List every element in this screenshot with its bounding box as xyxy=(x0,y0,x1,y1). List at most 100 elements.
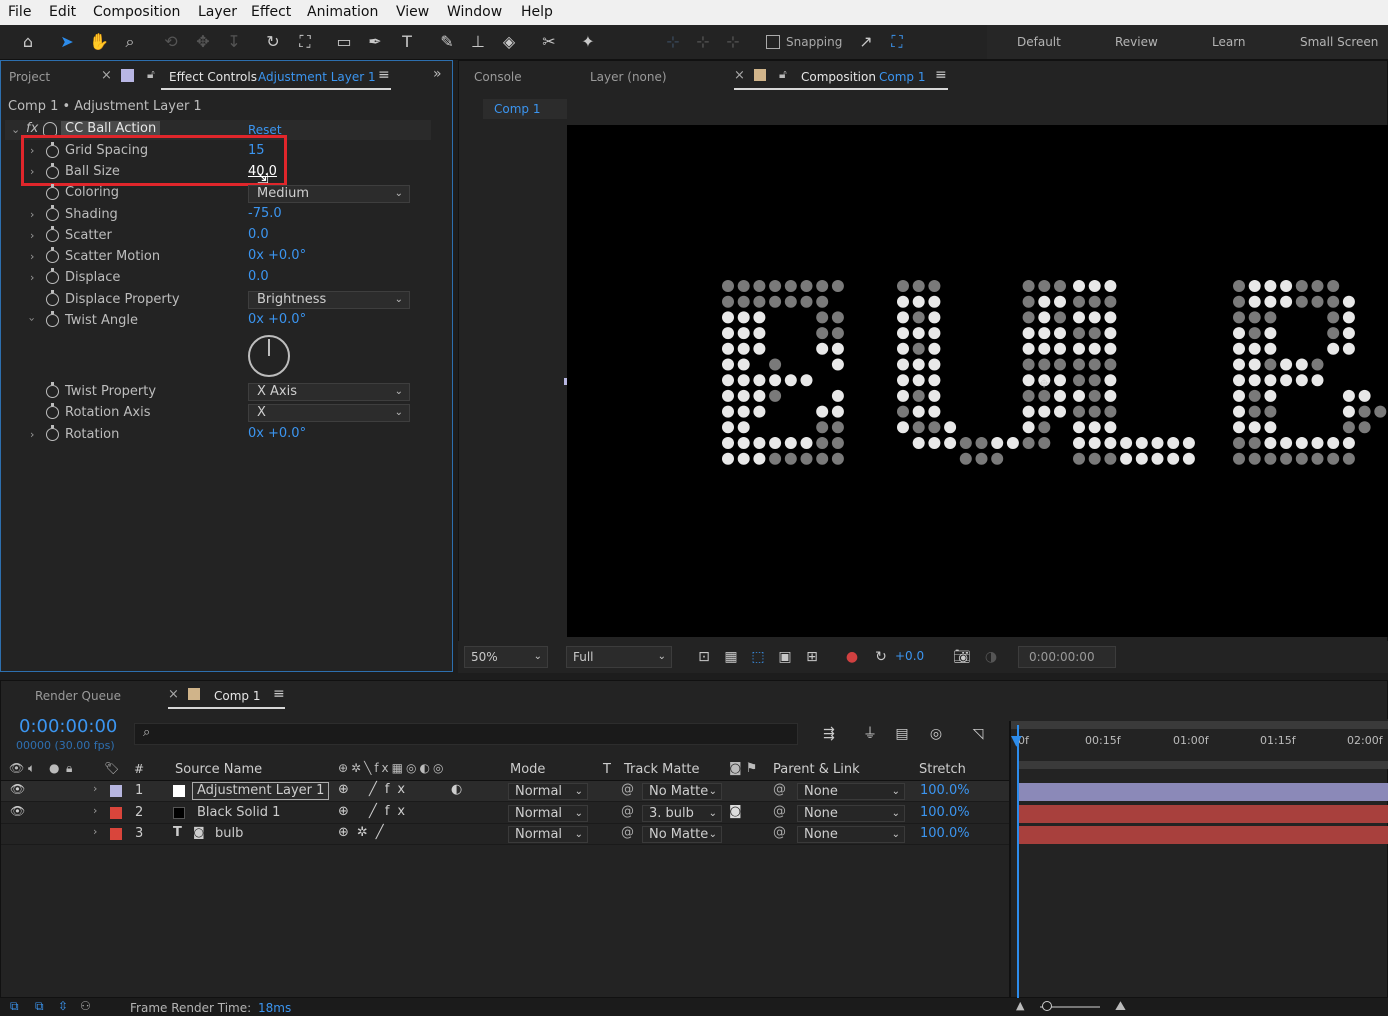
mode-dropdown[interactable]: Normal ⌄ xyxy=(508,826,588,843)
stopwatch-icon[interactable] xyxy=(46,425,59,441)
selection-tool-icon[interactable]: ➤ xyxy=(56,31,78,53)
black-solid-bar[interactable] xyxy=(1019,805,1388,823)
layer-search-input[interactable]: ⌕ xyxy=(134,723,798,745)
twirl-icon[interactable]: › xyxy=(30,428,34,441)
parent-dropdown[interactable]: None ⌄ xyxy=(797,826,905,843)
rotation-axis-dropdown[interactable]: X ⌄ xyxy=(248,404,410,422)
matte-pickwhip-icon[interactable]: @ xyxy=(621,782,634,797)
tab-effect-layer-name[interactable]: Adjustment Layer 1 xyxy=(258,70,376,84)
stretch-value[interactable]: 100.0% xyxy=(920,805,970,820)
mask-visibility-icon[interactable]: ⬚ xyxy=(747,646,769,668)
twirl-icon[interactable]: › xyxy=(30,250,34,263)
label-color-swatch[interactable] xyxy=(110,828,122,840)
layer-switches[interactable]: ⊕✲╱ xyxy=(338,825,392,840)
menu-composition[interactable]: Composition xyxy=(93,4,180,20)
layer-switches[interactable]: ⊕ ╱fx xyxy=(338,804,413,819)
twist-angle-degrees[interactable]: +0.0° xyxy=(268,312,306,327)
resolution-dropdown[interactable]: Full ⌄ xyxy=(566,646,672,668)
close-icon[interactable]: × xyxy=(168,687,179,702)
snap-icon[interactable]: ↗ xyxy=(855,31,877,53)
twirl-icon[interactable]: › xyxy=(93,825,97,838)
zoom-tool-icon[interactable]: ⌕ xyxy=(119,31,141,53)
local-axis-icon[interactable]: ⊹ xyxy=(662,31,684,53)
zoom-slider-thumb[interactable] xyxy=(1042,1001,1052,1011)
stretch-value[interactable]: 100.0% xyxy=(920,826,970,841)
composition-canvas[interactable]: ⌖ xyxy=(567,125,1388,637)
label-color-swatch[interactable] xyxy=(110,785,122,797)
snapshot-icon[interactable]: 📷︎ xyxy=(951,646,973,668)
header-parent[interactable]: Parent & Link xyxy=(773,762,860,777)
eye-icon[interactable]: 👁︎ xyxy=(10,804,25,818)
render-time-toggle-icon[interactable]: ⚇ xyxy=(80,999,91,1013)
home-icon[interactable]: ⌂ xyxy=(17,31,39,53)
frame-blending-icon[interactable]: ◎ xyxy=(925,723,947,745)
menu-animation[interactable]: Animation xyxy=(307,4,378,20)
panel-menu-icon[interactable]: ≡ xyxy=(378,67,390,83)
grid-guides-icon[interactable]: ⊞ xyxy=(801,646,823,668)
exposure-value[interactable]: +0.0 xyxy=(895,649,924,663)
zoom-out-icon[interactable]: ▲ xyxy=(1016,999,1024,1012)
parent-dropdown[interactable]: None ⌄ xyxy=(797,805,905,822)
fx-icon[interactable]: fx xyxy=(26,121,38,136)
current-time-display[interactable]: 0:00:00:00 xyxy=(1018,646,1116,668)
motion-blur-icon[interactable]: ◹ xyxy=(967,723,989,745)
pen-tool-icon[interactable]: ✒ xyxy=(364,31,386,53)
layer-name[interactable]: Black Solid 1 xyxy=(197,805,280,820)
panel-menu-icon[interactable]: ≡ xyxy=(935,67,947,83)
tab-composition-name[interactable]: Comp 1 xyxy=(879,70,925,84)
label-tag-icon[interactable]: 🏷︎ xyxy=(104,761,119,775)
layer-name[interactable]: Adjustment Layer 1 xyxy=(192,782,330,800)
close-icon[interactable]: × xyxy=(101,68,112,83)
stopwatch-icon[interactable] xyxy=(46,247,59,263)
tab-comp-timeline[interactable]: Comp 1 xyxy=(214,689,260,703)
angle-dial[interactable] xyxy=(248,335,290,377)
transfer-controls-toggle-icon[interactable]: ⧉ xyxy=(35,999,44,1014)
tab-render-queue[interactable]: Render Queue xyxy=(35,689,121,703)
time-ruler[interactable]: 0f 00:15f 01:00f 01:15f 02:00f xyxy=(1011,719,1388,769)
in-out-toggle-icon[interactable]: ⇳ xyxy=(58,999,68,1013)
tab-console[interactable]: Console xyxy=(474,70,522,84)
fast-preview-icon[interactable]: ⊡ xyxy=(693,646,715,668)
adjustment-layer-icon[interactable]: ◐ xyxy=(451,782,462,797)
stopwatch-icon[interactable] xyxy=(46,205,59,221)
workspace-learn[interactable]: Learn xyxy=(1212,35,1246,49)
composition-flowchart-icon[interactable]: ⇶ xyxy=(818,723,840,745)
rotation-revolutions[interactable]: 0x xyxy=(248,426,264,441)
layer-switches-toggle-icon[interactable]: ⧉ xyxy=(10,999,19,1014)
snapping-checkbox[interactable] xyxy=(766,35,780,49)
dolly-camera-icon[interactable]: ↧ xyxy=(223,31,245,53)
color-channels-icon[interactable]: ● xyxy=(841,646,863,668)
timeline-timecode[interactable]: 0:00:00:00 xyxy=(19,716,117,737)
solo-icon[interactable]: ● xyxy=(49,761,59,775)
tab-composition[interactable]: Composition xyxy=(801,70,876,84)
twirl-icon[interactable]: › xyxy=(30,271,34,284)
label-color-swatch[interactable] xyxy=(110,807,122,819)
parent-pickwhip-icon[interactable]: @ xyxy=(773,782,786,797)
matte-mode-icon[interactable]: ◙ xyxy=(729,804,742,819)
close-icon[interactable]: × xyxy=(734,68,745,83)
scatter-value[interactable]: 0.0 xyxy=(248,227,269,242)
workspace-default[interactable]: Default xyxy=(1017,35,1061,49)
audio-icon[interactable]: 🔈︎ xyxy=(28,761,35,776)
header-track-matte[interactable]: Track Matte xyxy=(624,762,700,777)
eye-icon[interactable]: 👁︎ xyxy=(9,761,24,775)
playhead[interactable] xyxy=(1017,725,1019,999)
lock-icon[interactable]: 🔓︎ xyxy=(779,67,787,82)
stopwatch-icon[interactable] xyxy=(46,403,59,419)
track-matte-dropdown[interactable]: No Matte ⌄ xyxy=(642,826,722,843)
hand-tool-icon[interactable]: ✋ xyxy=(88,31,110,53)
displace-value[interactable]: 0.0 xyxy=(248,269,269,284)
puppet-pin-icon[interactable]: ✦ xyxy=(577,31,599,53)
matte-pickwhip-icon[interactable]: @ xyxy=(621,804,634,819)
rotate-tool-icon[interactable]: ↻ xyxy=(262,31,284,53)
scatter-motion-degrees[interactable]: +0.0° xyxy=(268,248,306,263)
scatter-motion-revolutions[interactable]: 0x xyxy=(248,248,264,263)
twirl-icon[interactable]: › xyxy=(26,317,39,321)
panel-menu-icon[interactable]: ≡ xyxy=(273,686,285,702)
menu-layer[interactable]: Layer xyxy=(198,4,237,20)
track-matte-dropdown[interactable]: 3. bulb ⌄ xyxy=(642,805,722,822)
coloring-dropdown[interactable]: Medium ⌄ xyxy=(248,185,410,203)
pan-camera-icon[interactable]: ✥ xyxy=(192,31,214,53)
stopwatch-icon[interactable] xyxy=(46,382,59,398)
reset-exposure-icon[interactable]: ↻ xyxy=(870,646,892,668)
